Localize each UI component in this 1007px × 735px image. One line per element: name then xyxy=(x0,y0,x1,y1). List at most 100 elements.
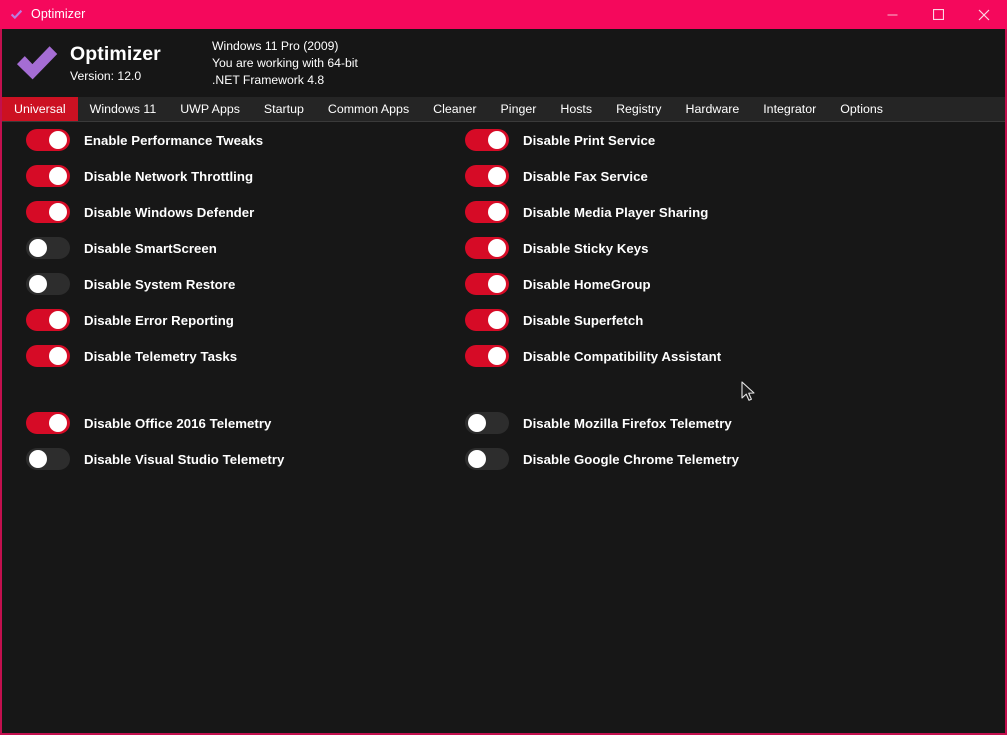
tab-label: Hosts xyxy=(560,101,593,116)
toggle-switch-disable-sticky-keys[interactable] xyxy=(465,237,509,259)
toggle-row-disable-office-2016-telemetry[interactable]: Disable Office 2016 Telemetry xyxy=(26,405,284,441)
toggle-row-disable-visual-studio-telemetry[interactable]: Disable Visual Studio Telemetry xyxy=(26,441,284,477)
toggle-row-enable-performance-tweaks[interactable]: Enable Performance Tweaks xyxy=(26,122,284,158)
logo-wrap xyxy=(8,42,66,84)
title-bar-left: Optimizer xyxy=(0,7,869,22)
logo-check-icon xyxy=(14,42,60,84)
tab-registry[interactable]: Registry xyxy=(604,97,673,121)
toggle-switch-disable-mozilla-firefox-telemetry[interactable] xyxy=(465,412,509,434)
right-column: Disable Print Service Disable Fax Service… xyxy=(465,122,739,477)
toggle-label: Disable System Restore xyxy=(84,276,236,292)
toggle-switch-disable-visual-studio-telemetry[interactable] xyxy=(26,448,70,470)
toggle-label: Disable Google Chrome Telemetry xyxy=(523,451,740,467)
app-name: Optimizer xyxy=(70,42,161,65)
tab-uwp-apps[interactable]: UWP Apps xyxy=(168,97,252,121)
toggle-row-disable-system-restore[interactable]: Disable System Restore xyxy=(26,266,284,302)
tab-label: UWP Apps xyxy=(180,101,240,116)
toggle-switch-disable-office-2016-telemetry[interactable] xyxy=(26,412,70,434)
arrow-cursor-icon xyxy=(741,381,757,403)
tab-label: Windows 11 xyxy=(89,101,157,116)
tab-startup[interactable]: Startup xyxy=(252,97,316,121)
toggle-label: Disable Media Player Sharing xyxy=(523,204,709,220)
toggle-knob xyxy=(488,131,506,149)
toggle-knob xyxy=(49,311,67,329)
tab-label: Registry xyxy=(616,101,662,116)
window-body: Optimizer Version: 12.0 Windows 11 Pro (… xyxy=(0,29,1007,735)
close-button[interactable] xyxy=(961,0,1007,29)
left-toggle-group-2: Disable Office 2016 Telemetry Disable Vis… xyxy=(26,405,284,477)
app-header: Optimizer Version: 12.0 Windows 11 Pro (… xyxy=(2,29,1005,97)
toggle-row-disable-fax-service[interactable]: Disable Fax Service xyxy=(465,158,739,194)
toggle-knob xyxy=(468,414,486,432)
toggle-switch-disable-compatibility-assistant[interactable] xyxy=(465,345,509,367)
toggle-knob xyxy=(29,239,47,257)
tab-options[interactable]: Options xyxy=(828,97,895,121)
tab-hosts[interactable]: Hosts xyxy=(548,97,604,121)
system-info-dotnet: .NET Framework 4.8 xyxy=(212,72,325,87)
tab-integrator[interactable]: Integrator xyxy=(751,97,828,121)
toggle-knob xyxy=(488,275,506,293)
tab-universal[interactable]: Universal xyxy=(2,97,78,121)
toggle-label: Disable Sticky Keys xyxy=(523,240,649,256)
toggle-row-disable-smartscreen[interactable]: Disable SmartScreen xyxy=(26,230,284,266)
toggle-switch-disable-media-player-sharing[interactable] xyxy=(465,201,509,223)
toggle-knob xyxy=(49,414,67,432)
tab-label: Options xyxy=(840,101,883,116)
toggle-label: Disable Visual Studio Telemetry xyxy=(84,451,285,467)
toggle-row-disable-media-player-sharing[interactable]: Disable Media Player Sharing xyxy=(465,194,739,230)
toggle-switch-disable-network-throttling[interactable] xyxy=(26,165,70,187)
right-toggle-group-2: Disable Mozilla Firefox Telemetry Disable… xyxy=(465,405,739,477)
toggle-row-disable-compatibility-assistant[interactable]: Disable Compatibility Assistant xyxy=(465,338,739,374)
toggle-row-disable-google-chrome-telemetry[interactable]: Disable Google Chrome Telemetry xyxy=(465,441,739,477)
tab-label: Common Apps xyxy=(327,101,410,116)
toggle-label: Disable Compatibility Assistant xyxy=(523,348,722,364)
toggle-switch-disable-telemetry-tasks[interactable] xyxy=(26,345,70,367)
toggle-switch-disable-superfetch[interactable] xyxy=(465,309,509,331)
tab-hardware[interactable]: Hardware xyxy=(674,97,752,121)
toggle-knob xyxy=(488,203,506,221)
toggle-row-disable-sticky-keys[interactable]: Disable Sticky Keys xyxy=(465,230,739,266)
toggle-switch-disable-print-service[interactable] xyxy=(465,129,509,151)
toggle-label: Disable Print Service xyxy=(523,132,656,148)
tab-label: Startup xyxy=(263,101,304,116)
toggle-switch-disable-system-restore[interactable] xyxy=(26,273,70,295)
toggle-label: Disable Superfetch xyxy=(523,312,644,328)
toggle-knob xyxy=(49,167,67,185)
tab-cleaner[interactable]: Cleaner xyxy=(421,97,488,121)
left-toggle-group-1: Enable Performance Tweaks Disable Network… xyxy=(26,122,284,374)
toggle-label: Disable Error Reporting xyxy=(84,312,234,328)
toggle-switch-disable-smartscreen[interactable] xyxy=(26,237,70,259)
tab-windows-11[interactable]: Windows 11 xyxy=(78,97,169,121)
toggle-knob xyxy=(49,203,67,221)
toggle-row-disable-windows-defender[interactable]: Disable Windows Defender xyxy=(26,194,284,230)
toggle-knob xyxy=(488,311,506,329)
tab-label: Integrator xyxy=(763,101,817,116)
right-toggle-group-1: Disable Print Service Disable Fax Service… xyxy=(465,122,739,374)
toggle-knob xyxy=(49,347,67,365)
tab-pinger[interactable]: Pinger xyxy=(489,97,549,121)
toggle-switch-enable-performance-tweaks[interactable] xyxy=(26,129,70,151)
tab-label: Universal xyxy=(14,101,66,116)
toggle-row-disable-telemetry-tasks[interactable]: Disable Telemetry Tasks xyxy=(26,338,284,374)
toggle-label: Disable Windows Defender xyxy=(84,204,255,220)
toggle-label: Disable Telemetry Tasks xyxy=(84,348,238,364)
toggle-switch-disable-windows-defender[interactable] xyxy=(26,201,70,223)
toggle-row-disable-network-throttling[interactable]: Disable Network Throttling xyxy=(26,158,284,194)
toggle-switch-disable-error-reporting[interactable] xyxy=(26,309,70,331)
toggle-row-disable-print-service[interactable]: Disable Print Service xyxy=(465,122,739,158)
toggle-row-disable-homegroup[interactable]: Disable HomeGroup xyxy=(465,266,739,302)
toggle-switch-disable-google-chrome-telemetry[interactable] xyxy=(465,448,509,470)
minimize-button[interactable] xyxy=(869,0,915,29)
tab-label: Pinger xyxy=(500,101,537,116)
title-bar: Optimizer xyxy=(0,0,1007,29)
maximize-button[interactable] xyxy=(915,0,961,29)
optimizer-window: Optimizer Optimizer Version: 12.0 Window… xyxy=(0,0,1007,735)
toggle-row-disable-error-reporting[interactable]: Disable Error Reporting xyxy=(26,302,284,338)
toggle-label: Disable SmartScreen xyxy=(84,240,217,256)
toggle-switch-disable-fax-service[interactable] xyxy=(465,165,509,187)
tab-strip: Universal Windows 11 UWP Apps Startup Common… xyxy=(2,97,1005,122)
toggle-row-disable-superfetch[interactable]: Disable Superfetch xyxy=(465,302,739,338)
toggle-switch-disable-homegroup[interactable] xyxy=(465,273,509,295)
tab-common-apps[interactable]: Common Apps xyxy=(316,97,421,121)
toggle-row-disable-mozilla-firefox-telemetry[interactable]: Disable Mozilla Firefox Telemetry xyxy=(465,405,739,441)
